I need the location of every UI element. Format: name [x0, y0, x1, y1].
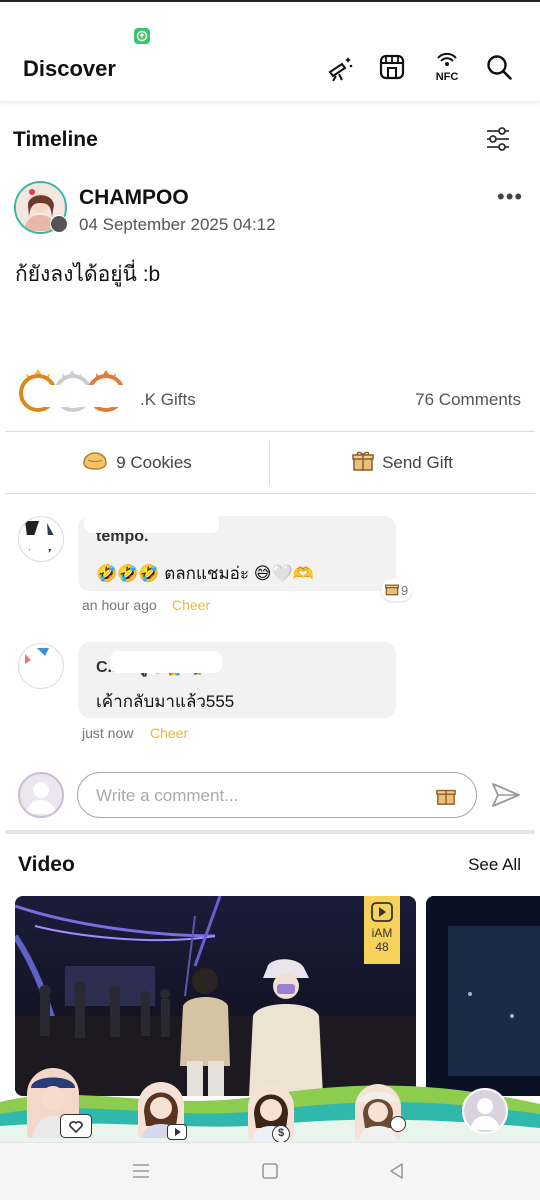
send-gift-button[interactable]: Send Gift — [270, 433, 535, 493]
home-icon[interactable] — [261, 1162, 279, 1185]
member-tab-avatar[interactable] — [355, 1084, 401, 1140]
cookie-icon — [82, 451, 108, 476]
section-divider — [5, 830, 535, 834]
post-author-name[interactable]: CHAMPOO — [79, 186, 189, 210]
gift-icon — [352, 450, 374, 477]
coin-icon[interactable]: $ — [272, 1125, 290, 1143]
store-icon[interactable] — [377, 52, 407, 82]
post-date: 04 September 2025 04:12 — [79, 215, 276, 234]
video-title: Video — [18, 853, 75, 876]
page-title: Discover — [23, 56, 116, 81]
video-tab-icon[interactable] — [167, 1124, 187, 1140]
cookies-label: 9 Cookies — [116, 453, 192, 472]
my-avatar[interactable] — [18, 772, 64, 818]
divider — [5, 493, 535, 494]
recent-apps-icon[interactable] — [131, 1162, 151, 1185]
profile-tab-avatar[interactable] — [462, 1088, 508, 1134]
redaction — [84, 513, 219, 533]
gift-count: 9 — [401, 582, 409, 598]
comment-text: เค้ากลับมาแล้ว555 — [96, 692, 235, 711]
gifters-avatars[interactable] — [18, 365, 138, 417]
timeline-title: Timeline — [13, 128, 98, 151]
back-icon[interactable] — [388, 1162, 406, 1185]
iam48-badge: iAM 48 — [364, 896, 400, 964]
iam-number: 48 — [375, 940, 389, 954]
more-options-icon[interactable]: ••• — [497, 184, 523, 210]
gifts-count[interactable]: .K Gifts — [140, 390, 196, 410]
heart-chat-icon[interactable] — [60, 1114, 92, 1138]
send-icon[interactable] — [491, 781, 521, 814]
comment-time: just now — [82, 725, 134, 741]
notification-badge-icon — [134, 28, 150, 44]
comment-gift-badge[interactable]: 9 — [381, 579, 413, 601]
search-icon[interactable] — [484, 52, 514, 82]
gift-icon[interactable] — [436, 786, 456, 811]
comment-input-placeholder: Write a comment... — [96, 786, 239, 805]
graduate-badge-icon — [50, 215, 68, 233]
commenter-avatar[interactable] — [18, 643, 64, 689]
comment-text: 🤣🤣🤣 ตลกแชมอ่ะ 😅🤍🫶 — [96, 564, 314, 583]
cheer-button[interactable]: Cheer — [150, 725, 188, 741]
see-all-link[interactable]: See All — [468, 855, 521, 875]
comments-count[interactable]: 76 Comments — [415, 390, 521, 410]
filter-icon[interactable] — [483, 124, 513, 154]
cheer-button[interactable]: Cheer — [172, 597, 210, 613]
redaction — [110, 651, 222, 673]
nfc-icon[interactable]: NFC — [430, 50, 464, 83]
commenter-avatar[interactable] — [18, 516, 64, 562]
divider — [5, 431, 535, 432]
post-text: ก้ยังลงได้อยู่นี่ :b — [15, 263, 161, 286]
video-thumbnail[interactable] — [15, 896, 416, 1096]
comment-time: an hour ago — [82, 597, 157, 613]
nfc-label: NFC — [435, 71, 459, 83]
tab-badge-icon[interactable] — [390, 1116, 406, 1132]
gift-icon — [385, 582, 399, 599]
status-line — [0, 0, 540, 2]
telescope-icon[interactable] — [325, 53, 355, 83]
cookies-button[interactable]: 9 Cookies — [5, 433, 269, 493]
video-thumbnail[interactable] — [426, 896, 540, 1096]
iam-label: iAM — [371, 926, 393, 940]
send-gift-label: Send Gift — [382, 453, 453, 472]
